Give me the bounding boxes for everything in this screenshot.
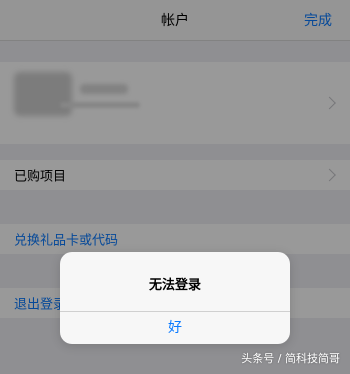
watermark: 头条号 / 简科技简哥 <box>241 352 340 365</box>
alert-title: 无法登录 <box>148 278 201 293</box>
ok-button[interactable]: 好 <box>60 312 290 344</box>
alert-dialog: 无法登录 好 <box>60 252 290 344</box>
